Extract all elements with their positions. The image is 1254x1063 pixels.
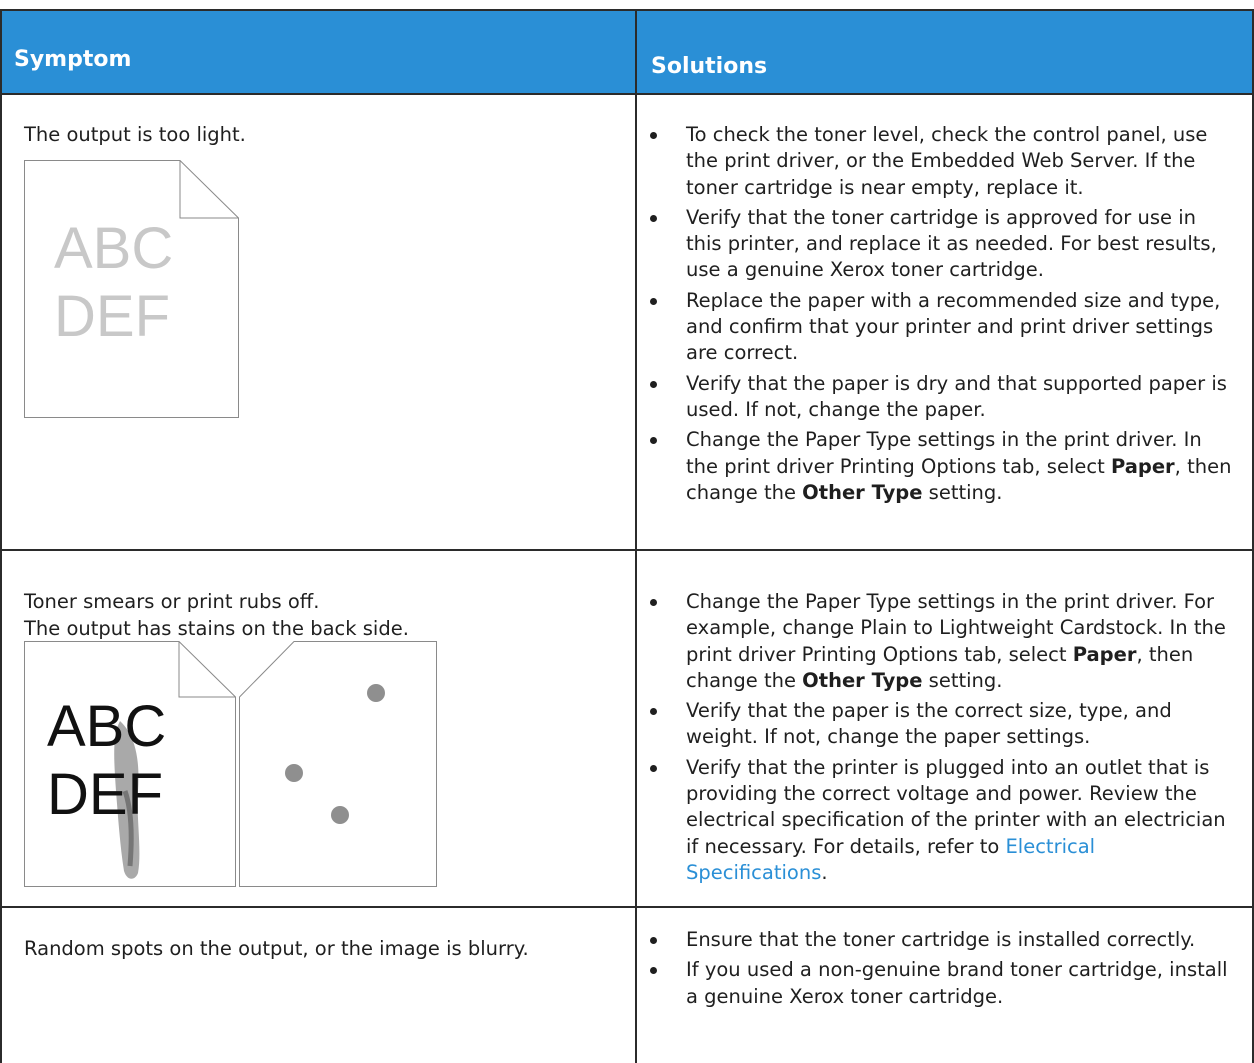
row3-symptom: Random spots on the output, or the image… (24, 937, 529, 960)
row1-symptom: The output is too light. (24, 123, 246, 146)
light-def-text: DEF (54, 284, 170, 349)
light-abc-text: ABC (54, 216, 173, 281)
row2-solution-2: Verify that the paper is the correct siz… (637, 698, 1237, 751)
row1-solution-5: Change the Paper Type settings in the pr… (637, 427, 1237, 506)
header-solutions: Solutions (651, 54, 768, 79)
row2-symptom-line2: The output has stains on the back side. (24, 617, 409, 640)
row1-solution-4: Verify that the paper is dry and that su… (637, 371, 1237, 424)
row3-solution-1: Ensure that the toner cartridge is insta… (637, 927, 1237, 953)
row3-solutions: Ensure that the toner cartridge is insta… (637, 927, 1237, 1014)
light-print-illustration: ABC DEF (24, 160, 239, 418)
smear-abc-text: ABC (47, 694, 166, 759)
row3-solution-2: If you used a non-genuine brand toner ca… (637, 957, 1237, 1010)
row2-bottom-border (0, 906, 1254, 908)
row2-symptom-line1: Toner smears or print rubs off. (24, 590, 320, 613)
row1-solution-1: To check the toner level, check the cont… (637, 122, 1237, 201)
row2-solution-3: Verify that the printer is plugged into … (637, 755, 1237, 886)
left-border (0, 9, 2, 1063)
header-symptom: Symptom (14, 47, 132, 72)
row1-bottom-border (0, 549, 1254, 551)
top-border (0, 9, 1254, 11)
row1-solution-2: Verify that the toner cartridge is appro… (637, 205, 1237, 284)
row2-solutions: Change the Paper Type settings in the pr… (637, 589, 1237, 890)
smear-def-text: DEF (47, 762, 163, 827)
row2-solution-1: Change the Paper Type settings in the pr… (637, 589, 1237, 694)
header-bottom-border (0, 93, 1254, 95)
header-solutions-cell: Solutions (637, 10, 1254, 93)
row1-solution-3: Replace the paper with a recommended siz… (637, 288, 1237, 367)
smear-illustration: ABC DEF (24, 641, 437, 887)
troubleshooting-table: Symptom Solutions The output is too ligh… (0, 0, 1254, 1063)
row1-solutions: To check the toner level, check the cont… (637, 122, 1237, 510)
header-symptom-cell: Symptom (0, 10, 635, 93)
